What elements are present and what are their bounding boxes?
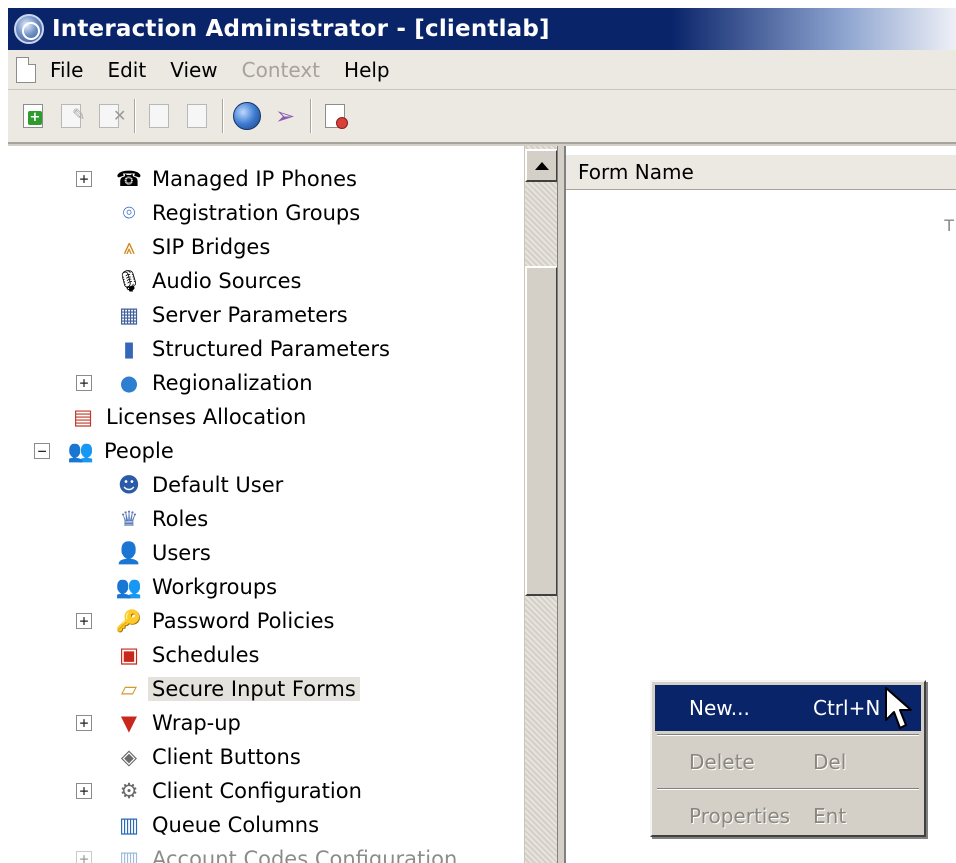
- delete-button[interactable]: ✕: [92, 99, 126, 133]
- tree-item-schedules[interactable]: ▣ Schedules: [114, 638, 259, 672]
- tree-scrollbar[interactable]: [524, 146, 557, 863]
- title-bar: Interaction Administrator - [clientlab]: [8, 8, 956, 50]
- list-partial-text: T: [944, 216, 954, 235]
- certificate-icon: [325, 104, 348, 129]
- database-icon: ▮: [123, 337, 135, 361]
- tree-item-users[interactable]: 👤 Users: [114, 536, 211, 570]
- context-menu-delete[interactable]: Delete Del: [655, 739, 921, 785]
- context-menu-properties[interactable]: Properties Ent: [655, 793, 921, 839]
- expand-toggle[interactable]: +: [76, 851, 92, 863]
- tree-item-sip-bridges[interactable]: ⩓ SIP Bridges: [114, 230, 270, 264]
- tree-item-wrap-up[interactable]: + ▼ Wrap-up: [76, 706, 241, 740]
- wand-button[interactable]: ➢: [268, 99, 302, 133]
- tree-item-managed-ip-phones[interactable]: + ☎ Managed IP Phones: [76, 162, 357, 196]
- button-icon: ◈: [120, 745, 138, 769]
- expand-toggle[interactable]: +: [76, 715, 92, 731]
- microphone-icon: 🎙: [115, 268, 143, 293]
- server-icon: ▦: [119, 303, 139, 327]
- scroll-thumb[interactable]: [525, 266, 557, 596]
- tree-item-default-user[interactable]: ☻ Default User: [114, 468, 283, 502]
- new-button[interactable]: +: [16, 99, 50, 133]
- app-window: Interaction Administrator - [clientlab] …: [8, 8, 956, 863]
- tree-item-queue-columns[interactable]: ▥ Queue Columns: [114, 808, 319, 842]
- menu-help[interactable]: Help: [344, 58, 390, 82]
- tree-item-secure-input-forms[interactable]: ▱ Secure Input Forms: [114, 672, 360, 706]
- expand-toggle[interactable]: +: [76, 783, 92, 799]
- globe-icon: [233, 102, 261, 130]
- default-user-icon: ☻: [118, 473, 140, 497]
- tree-item-regionalization[interactable]: + ● Regionalization: [76, 366, 313, 400]
- delete-icon: ✕: [99, 104, 126, 128]
- tree-item-client-configuration[interactable]: + ⚙ Client Configuration: [76, 774, 362, 808]
- toolbar: + ✎ ✕ ➢: [8, 90, 956, 144]
- copy-button[interactable]: [142, 99, 176, 133]
- column-header-form-name[interactable]: Form Name: [566, 154, 956, 190]
- collapse-toggle[interactable]: −: [34, 443, 50, 459]
- app-globe-icon[interactable]: [14, 14, 44, 44]
- tree-item-licenses-allocation[interactable]: ▤ Licenses Allocation: [68, 400, 306, 434]
- tree-item-client-buttons[interactable]: ◈ Client Buttons: [114, 740, 301, 774]
- expand-toggle[interactable]: +: [76, 613, 92, 629]
- document-icon[interactable]: [16, 56, 36, 83]
- globe-button[interactable]: [230, 99, 264, 133]
- new-icon: +: [23, 104, 43, 128]
- form-icon: ▱: [120, 677, 138, 701]
- paste-icon: [187, 104, 207, 128]
- certificate-button[interactable]: [318, 99, 352, 133]
- registration-icon: ⌾: [122, 200, 136, 225]
- calendar-icon: ▣: [119, 643, 139, 667]
- wand-icon: ➢: [274, 102, 296, 130]
- scroll-up-button[interactable]: [525, 149, 557, 182]
- toolbar-separator: [134, 99, 136, 133]
- tree-item-structured-parameters[interactable]: ▮ Structured Parameters: [114, 332, 390, 366]
- account-codes-icon: ▥: [119, 847, 139, 863]
- globe-icon: ●: [119, 371, 139, 395]
- toolbar-separator: [310, 99, 312, 133]
- phone-icon: ☎: [115, 167, 143, 191]
- edit-icon: ✎: [61, 104, 85, 128]
- tree-item-audio-sources[interactable]: 🎙 Audio Sources: [114, 264, 302, 298]
- tree-item-registration-groups[interactable]: ⌾ Registration Groups: [114, 196, 361, 230]
- tree-item-people[interactable]: − 👥 People: [34, 434, 174, 468]
- columns-icon: ▥: [119, 813, 139, 837]
- wrapup-icon: ▼: [120, 711, 138, 735]
- license-icon: ▤: [73, 405, 93, 429]
- key-icon: 🔑: [115, 608, 143, 633]
- menu-context[interactable]: Context: [242, 58, 320, 82]
- copy-icon: [149, 104, 169, 128]
- tree-item-account-codes-configuration[interactable]: + ▥ Account Codes Configuration: [76, 842, 457, 863]
- bridge-icon: ⩓: [123, 234, 135, 259]
- tree-item-server-parameters[interactable]: ▦ Server Parameters: [114, 298, 348, 332]
- people-icon: 👥: [67, 438, 95, 463]
- edit-button[interactable]: ✎: [54, 99, 88, 133]
- user-icon: 👤: [115, 540, 143, 565]
- menu-separator: [655, 731, 921, 739]
- window-title: Interaction Administrator - [clientlab]: [52, 16, 550, 42]
- menu-edit[interactable]: Edit: [107, 58, 146, 82]
- menu-separator: [655, 785, 921, 793]
- paste-button[interactable]: [180, 99, 214, 133]
- expand-toggle[interactable]: +: [76, 171, 92, 187]
- context-menu-new[interactable]: New... Ctrl+N: [655, 685, 921, 731]
- config-icon: ⚙: [119, 779, 139, 803]
- menu-view[interactable]: View: [170, 58, 217, 82]
- toolbar-separator: [222, 99, 224, 133]
- tree-item-roles[interactable]: ♛ Roles: [114, 502, 209, 536]
- workgroup-icon: 👥: [115, 574, 143, 599]
- tree-item-workgroups[interactable]: 👥 Workgroups: [114, 570, 277, 604]
- menu-bar: File Edit View Context Help: [8, 50, 956, 90]
- expand-toggle[interactable]: +: [76, 375, 92, 391]
- mouse-cursor-icon: [885, 687, 912, 729]
- tree-item-password-policies[interactable]: + 🔑 Password Policies: [76, 604, 334, 638]
- roles-icon: ♛: [119, 507, 139, 531]
- menu-file[interactable]: File: [50, 58, 83, 82]
- navigation-tree[interactable]: + ☎ Managed IP Phones ⌾ Registration Gro…: [8, 146, 558, 863]
